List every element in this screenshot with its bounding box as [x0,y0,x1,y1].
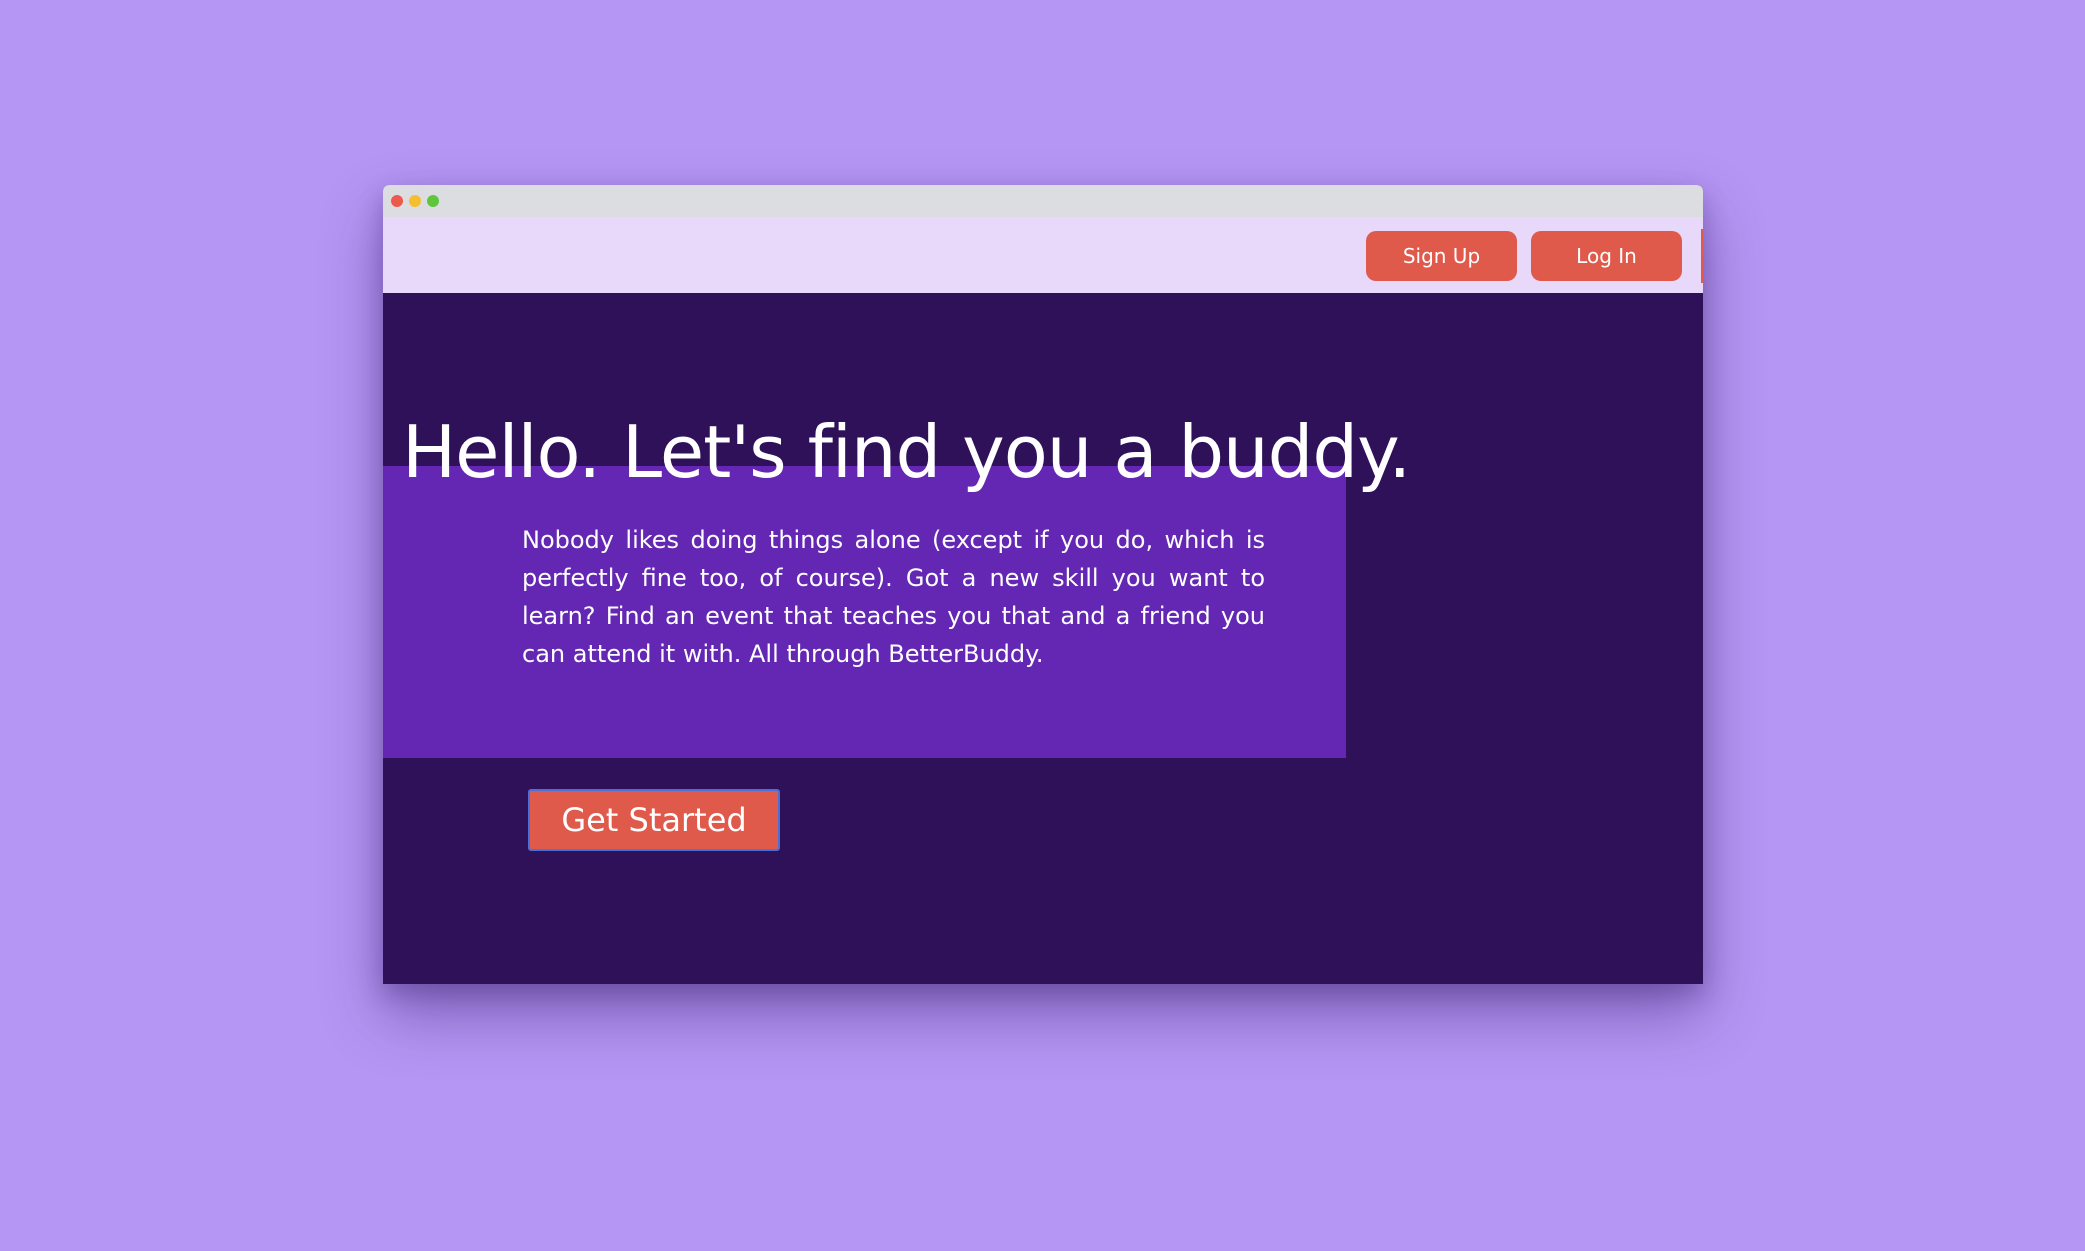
hero-title: Hello. Let's find you a buddy. [402,410,1411,494]
browser-window: Sign Up Log In Hello. Let's find you a b… [383,185,1703,984]
minimize-window-button[interactable] [409,195,421,207]
window-titlebar [383,185,1703,217]
site-navbar: Sign Up Log In [383,217,1703,293]
log-in-button[interactable]: Log In [1531,231,1682,281]
hero-description: Nobody likes doing things alone (except … [522,526,1265,668]
sign-up-button[interactable]: Sign Up [1366,231,1517,281]
get-started-button[interactable]: Get Started [528,789,780,851]
navbar-edge-accent [1701,229,1703,283]
maximize-window-button[interactable] [427,195,439,207]
close-window-button[interactable] [391,195,403,207]
